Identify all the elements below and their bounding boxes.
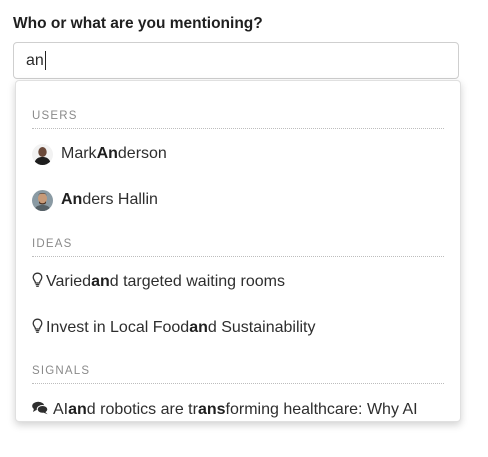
match-text: derson xyxy=(117,145,167,162)
lightbulb-icon xyxy=(32,272,43,293)
mention-picker: Who or what are you mentioning? an USERS… xyxy=(0,0,488,457)
match-text: Invest in Local Food xyxy=(46,319,190,336)
match-highlight: An xyxy=(96,145,118,162)
suggestion-user-mark-anderson[interactable]: Mark An derson xyxy=(32,139,452,169)
suggestion-user-anders-hallin[interactable]: An ders Hallin xyxy=(32,185,452,215)
input-value: an xyxy=(26,51,44,69)
match-highlight: An xyxy=(61,191,83,208)
section-header-users: USERS xyxy=(32,110,444,129)
chat-bubbles-icon xyxy=(32,401,49,420)
match-text: Mark xyxy=(61,145,97,162)
match-highlight: ans xyxy=(197,401,226,418)
match-text: Varied xyxy=(46,273,92,290)
lightbulb-icon xyxy=(32,318,43,339)
match-text: ders Hallin xyxy=(82,191,158,208)
suggestion-idea-waiting-rooms[interactable]: Varied an d targeted waiting rooms xyxy=(32,267,452,297)
match-text: AI xyxy=(53,401,69,418)
match-text: forming healthcare: Why AI xyxy=(225,401,418,418)
user-avatar-icon xyxy=(32,143,53,165)
suggestions-dropdown: USERS Mark An derson An ders Hallin IDEA… xyxy=(15,80,461,422)
mention-search-input[interactable]: an xyxy=(13,42,459,79)
match-text: d targeted waiting rooms xyxy=(109,273,285,290)
match-text: d Sustainability xyxy=(207,319,316,336)
prompt-label: Who or what are you mentioning? xyxy=(13,15,263,32)
match-text: d robotics are tr xyxy=(86,401,198,418)
user-avatar-icon xyxy=(32,189,53,211)
match-highlight: an xyxy=(68,401,87,418)
section-header-signals: SIGNALS xyxy=(32,365,444,384)
suggestion-signal-ai-robotics[interactable]: AI an d robotics are tr ans forming healthc… xyxy=(32,395,452,421)
suggestion-idea-local-food[interactable]: Invest in Local Food an d Sustainability xyxy=(32,313,452,343)
section-header-ideas: IDEAS xyxy=(32,238,444,257)
match-highlight: an xyxy=(91,273,110,290)
match-highlight: an xyxy=(189,319,208,336)
text-caret xyxy=(44,51,46,70)
